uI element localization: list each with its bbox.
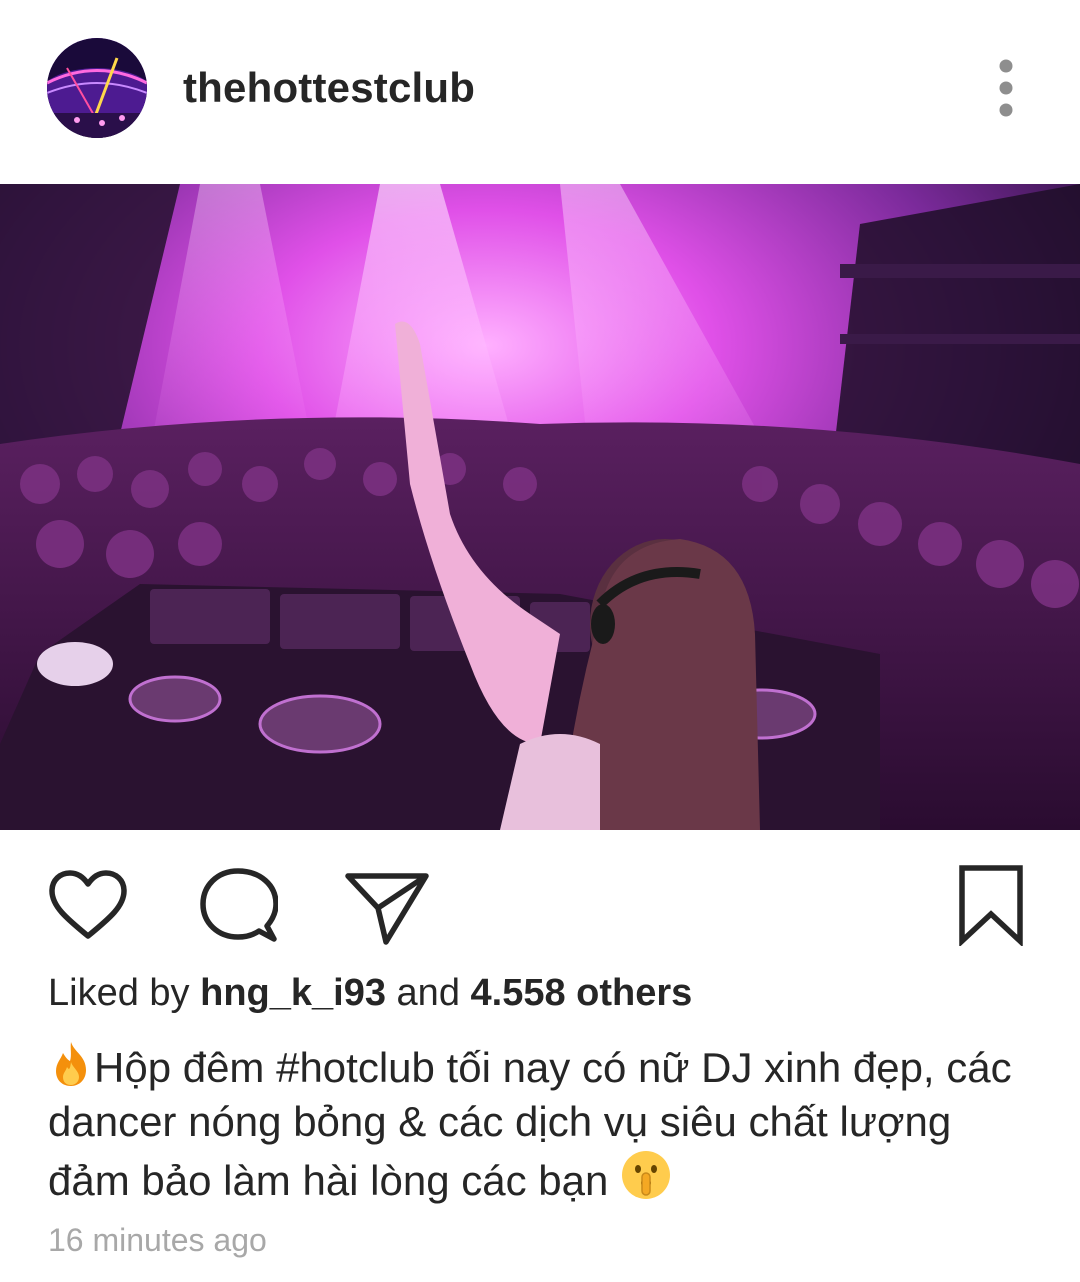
- post-photo[interactable]: [0, 184, 1080, 830]
- likes-prefix: Liked by: [48, 972, 190, 1014]
- avatar-club-image: [47, 38, 147, 138]
- shushing-face-emoji-icon: [622, 1151, 671, 1199]
- post-caption: Hộp đêm #hotclub tối nay có nữ DJ xinh đ…: [48, 1040, 1038, 1208]
- post-header: thehottestclub: [0, 0, 1080, 184]
- post-username[interactable]: thehottestclub: [183, 64, 475, 112]
- more-vertical-icon[interactable]: [988, 56, 1024, 120]
- fire-emoji-icon: [56, 1042, 86, 1086]
- share-icon[interactable]: [345, 872, 429, 946]
- bookmark-icon[interactable]: [958, 864, 1024, 946]
- post-timestamp: 16 minutes ago: [48, 1222, 267, 1258]
- avatar[interactable]: [47, 38, 147, 138]
- likes-count-link[interactable]: 4.558 others: [471, 972, 693, 1014]
- liked-by-user-link[interactable]: hng_k_i93: [200, 972, 386, 1014]
- likes-summary: Liked by hng_k_i93 and 4.558 others: [48, 972, 692, 1015]
- likes-joiner: and: [396, 972, 460, 1014]
- heart-icon[interactable]: [48, 870, 128, 942]
- comment-icon[interactable]: [200, 868, 278, 944]
- caption-text: Hộp đêm #hotclub tối nay có nữ DJ xinh đ…: [48, 1044, 1012, 1204]
